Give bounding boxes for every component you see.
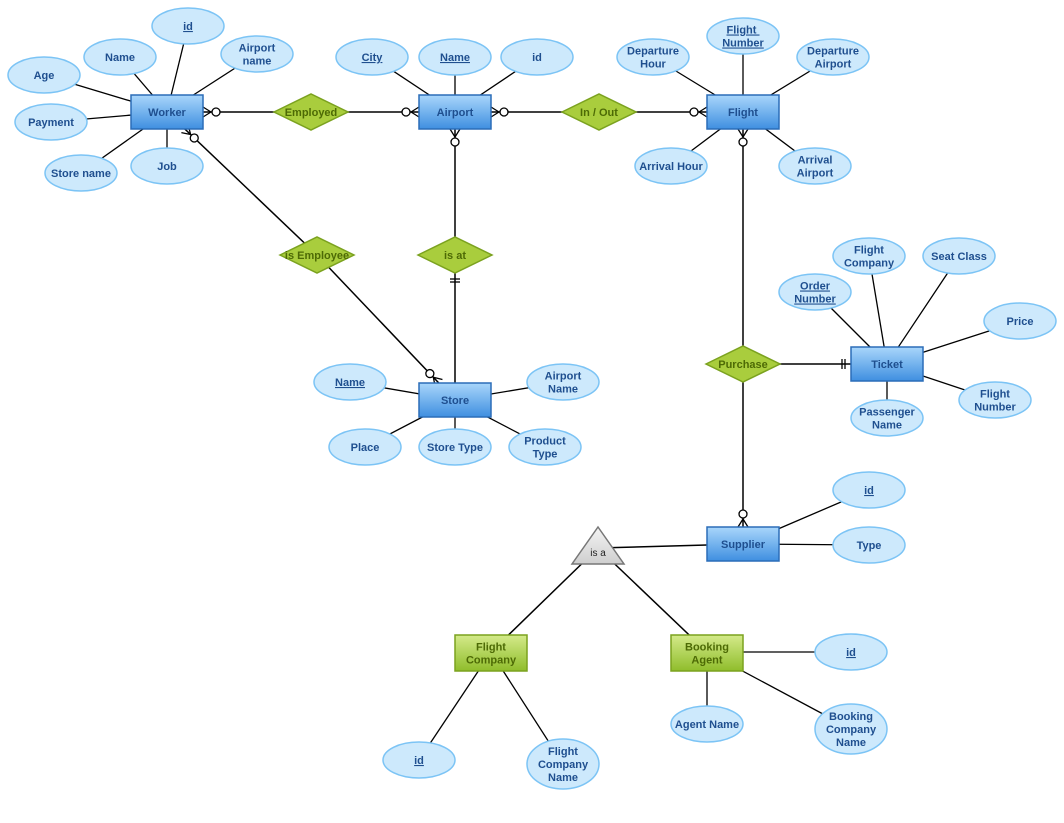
nodes-layer: id Name Airport name Age Payment Store name Job… bbox=[7, 7, 1057, 790]
relationship-inout[interactable]: In / Out bbox=[560, 93, 638, 131]
attribute-a-id[interactable]: id bbox=[500, 38, 574, 76]
attribute-label: Job bbox=[157, 161, 177, 173]
entity-label: Store bbox=[441, 395, 469, 407]
attribute-sup-type[interactable]: Type bbox=[832, 526, 906, 564]
relationship-link bbox=[166, 111, 318, 256]
attribute-label: Store name bbox=[51, 168, 111, 180]
entity-label: Worker bbox=[148, 107, 186, 119]
attribute-w-airport[interactable]: Airport name bbox=[220, 35, 294, 73]
relationship-label: Employed bbox=[285, 107, 338, 119]
entity-label: Airport bbox=[437, 107, 474, 119]
attribute-s-type[interactable]: Store Type bbox=[418, 428, 492, 466]
attribute-w-payment[interactable]: Payment bbox=[14, 103, 88, 141]
entity-label: Flight bbox=[728, 107, 758, 119]
attribute-ba-id[interactable]: id bbox=[814, 633, 888, 671]
attribute-ba-company[interactable]: Booking Company Name bbox=[814, 703, 888, 755]
attribute-label: Age bbox=[34, 70, 55, 82]
generalization-label: is a bbox=[590, 548, 606, 559]
attribute-label: id bbox=[864, 485, 874, 497]
attribute-w-age[interactable]: Age bbox=[7, 56, 81, 94]
entity-ticket[interactable]: Ticket bbox=[850, 346, 924, 382]
relationship-label: is at bbox=[444, 250, 466, 262]
entity-flight-company[interactable]: Flight Company bbox=[454, 634, 528, 672]
attribute-label: Type bbox=[857, 540, 882, 552]
entity-label: Booking Agent bbox=[685, 642, 729, 667]
attribute-t-class[interactable]: Seat Class bbox=[922, 237, 996, 275]
attribute-t-price[interactable]: Price bbox=[983, 302, 1057, 340]
attribute-s-name[interactable]: Name bbox=[313, 363, 387, 401]
attribute-t-company[interactable]: Flight Company bbox=[832, 237, 906, 275]
attribute-ba-name[interactable]: Agent Name bbox=[670, 705, 744, 743]
attribute-label: Arrival Airport bbox=[797, 155, 834, 180]
relationship-label: In / Out bbox=[580, 107, 618, 119]
relationship-is-employee[interactable]: is Employee bbox=[278, 236, 356, 274]
attribute-label: id bbox=[414, 755, 424, 767]
entity-booking-agent[interactable]: Booking Agent bbox=[670, 634, 744, 672]
attribute-label: Flight Number bbox=[722, 25, 764, 50]
attribute-label: Name bbox=[440, 52, 470, 64]
relationship-purchase[interactable]: Purchase bbox=[704, 345, 782, 383]
attribute-label: Seat Class bbox=[931, 251, 987, 263]
attribute-s-place[interactable]: Place bbox=[328, 428, 402, 466]
entity-store[interactable]: Store bbox=[418, 382, 492, 418]
generalization-isa[interactable]: is a bbox=[570, 525, 626, 565]
attribute-label: Agent Name bbox=[675, 719, 739, 731]
attribute-label: id bbox=[846, 647, 856, 659]
attribute-s-product[interactable]: Product Type bbox=[508, 428, 582, 466]
relationship-employed[interactable]: Employed bbox=[272, 93, 350, 131]
attribute-w-job[interactable]: Job bbox=[130, 147, 204, 185]
attribute-f-arr-airport[interactable]: Arrival Airport bbox=[778, 147, 852, 185]
attribute-w-store[interactable]: Store name bbox=[44, 154, 118, 192]
attribute-label: City bbox=[362, 52, 384, 64]
attribute-label: id bbox=[532, 52, 542, 64]
attribute-w-name[interactable]: Name bbox=[83, 38, 157, 76]
entity-label: Ticket bbox=[871, 359, 903, 371]
attribute-fc-name[interactable]: Flight Company Name bbox=[526, 738, 600, 790]
attribute-label: Name bbox=[335, 377, 365, 389]
attribute-f-dep-hour[interactable]: Departure Hour bbox=[616, 38, 690, 76]
entity-flight[interactable]: Flight bbox=[706, 94, 780, 130]
attribute-f-number[interactable]: Flight Number bbox=[706, 17, 780, 55]
attribute-a-name[interactable]: Name bbox=[418, 38, 492, 76]
attribute-label: Payment bbox=[28, 117, 74, 129]
attribute-label: Airport Name bbox=[545, 371, 582, 396]
attribute-fc-id[interactable]: id bbox=[382, 741, 456, 779]
attribute-sup-id[interactable]: id bbox=[832, 471, 906, 509]
er-diagram: id Name Airport name Age Payment Store name Job… bbox=[7, 7, 1057, 790]
relationship-label: is Employee bbox=[285, 250, 349, 262]
relationship-label: Purchase bbox=[718, 359, 768, 371]
attribute-label: Store Type bbox=[427, 442, 483, 454]
attribute-label: Price bbox=[1007, 316, 1034, 328]
attribute-w-id[interactable]: id bbox=[151, 7, 225, 45]
attribute-t-flight[interactable]: Flight Number bbox=[958, 381, 1032, 419]
entity-label: Supplier bbox=[721, 539, 766, 551]
attribute-label: Arrival Hour bbox=[639, 161, 703, 173]
entity-airport[interactable]: Airport bbox=[418, 94, 492, 130]
attribute-f-dep-airport[interactable]: Departure Airport bbox=[796, 38, 870, 76]
attribute-f-arr-hour[interactable]: Arrival Hour bbox=[634, 147, 708, 185]
entity-supplier[interactable]: Supplier bbox=[706, 526, 780, 562]
entity-worker[interactable]: Worker bbox=[130, 94, 204, 130]
attribute-label: Name bbox=[105, 52, 135, 64]
attribute-label: Airport name bbox=[239, 43, 276, 68]
attribute-s-airport[interactable]: Airport Name bbox=[526, 363, 600, 401]
attribute-label: Place bbox=[351, 442, 380, 454]
attribute-t-order[interactable]: Order Number bbox=[778, 273, 852, 311]
attribute-a-city[interactable]: City bbox=[335, 38, 409, 76]
relationship-is-at[interactable]: is at bbox=[416, 236, 494, 274]
attribute-t-passenger[interactable]: Passenger Name bbox=[850, 399, 924, 437]
attribute-label: id bbox=[183, 21, 193, 33]
attribute-label: Departure Airport bbox=[807, 46, 859, 71]
